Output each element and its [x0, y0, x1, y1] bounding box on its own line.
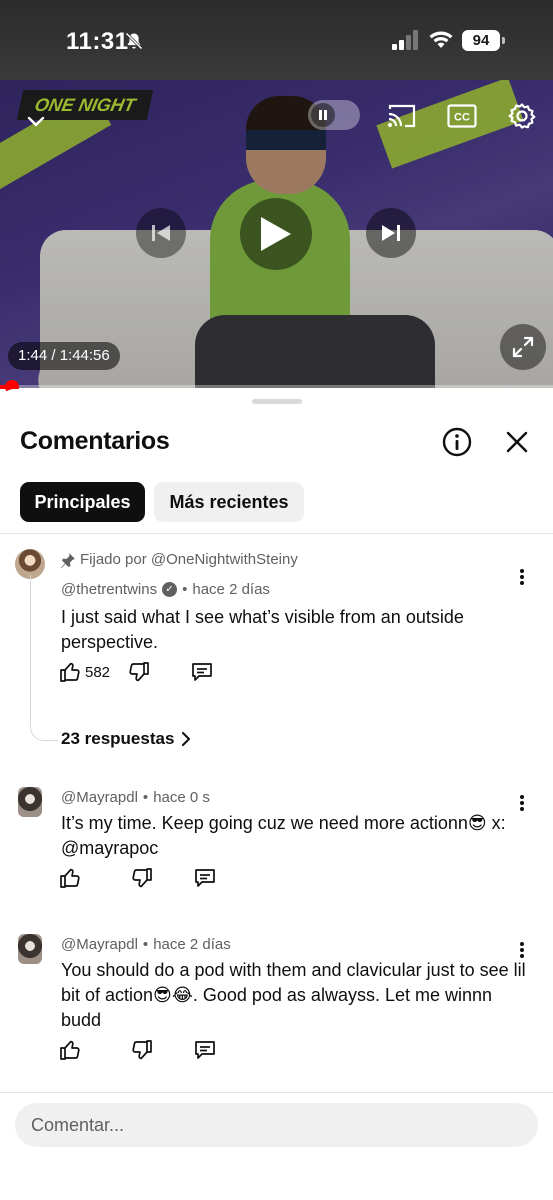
skip-next-icon — [382, 225, 400, 241]
pin-icon — [61, 552, 75, 568]
cast-button[interactable] — [386, 100, 418, 132]
close-icon — [506, 431, 528, 453]
reply-button[interactable] — [193, 1039, 217, 1061]
reply-icon — [195, 869, 215, 887]
thumbs-down-icon — [132, 1040, 152, 1060]
skip-previous-icon — [152, 225, 170, 241]
meta-separator: • — [142, 936, 149, 953]
meta-separator: • — [142, 789, 149, 806]
thumbs-down-icon — [129, 662, 149, 682]
comment-actions — [59, 865, 217, 891]
svg-text:CC: CC — [454, 112, 470, 124]
more-vertical-icon — [520, 569, 524, 585]
like-button[interactable]: 582 — [59, 661, 110, 683]
dislike-button[interactable] — [131, 1039, 153, 1061]
comment-author[interactable]: @Mayrapdl — [61, 936, 138, 953]
comments-panel: Comentarios Principales Más recientes Fi… — [0, 389, 553, 1200]
pinned-label: Fijado por @OneNightwithSteiny — [60, 551, 298, 568]
like-button[interactable] — [59, 1039, 85, 1061]
video-player[interactable]: ONE NIGHT CC 1:44 / 1:44:56 — [0, 80, 553, 388]
playback-time: 1:44 / 1:44:56 — [8, 342, 120, 370]
comment-time: hace 0 s — [153, 789, 210, 806]
settings-button[interactable] — [506, 100, 538, 132]
tab-mas-recientes[interactable]: Más recientes — [154, 482, 304, 522]
reply-icon — [195, 1041, 215, 1059]
reply-button[interactable] — [190, 661, 214, 683]
comment-author[interactable]: @thetrentwins — [61, 581, 157, 598]
view-replies-button[interactable]: 23 respuestas — [61, 729, 192, 749]
gear-icon — [508, 103, 536, 129]
captions-button[interactable]: CC — [446, 102, 478, 130]
battery-indicator: 94 — [462, 30, 505, 51]
thumbs-up-icon — [60, 868, 80, 888]
wifi-icon — [429, 31, 453, 48]
bell-muted-icon — [125, 32, 143, 50]
info-button[interactable] — [440, 425, 474, 459]
tab-principales[interactable]: Principales — [20, 482, 145, 522]
chevron-right-icon — [182, 732, 191, 746]
collapse-player-button[interactable] — [20, 105, 52, 137]
status-bar: 11:31 94 — [0, 0, 553, 80]
avatar[interactable] — [18, 787, 42, 817]
info-icon — [442, 427, 472, 457]
drag-handle[interactable] — [252, 399, 302, 404]
more-vertical-icon — [520, 942, 524, 958]
comment-actions — [59, 1037, 217, 1063]
chevron-down-icon — [27, 116, 45, 127]
play-icon — [261, 217, 291, 251]
meta-separator: • — [182, 581, 188, 598]
thread-connector — [30, 575, 58, 741]
pause-icon — [311, 103, 335, 127]
verified-icon: ✓ — [162, 582, 178, 597]
comment-actions: 582 — [59, 659, 214, 685]
comment-meta: @Mayrapdl • hace 0 s — [61, 789, 210, 806]
play-button[interactable] — [240, 198, 312, 270]
dislike-button[interactable] — [131, 867, 153, 889]
comment-text: I just said what I see what’s visible fr… — [61, 607, 464, 652]
more-vertical-icon — [520, 795, 524, 811]
cell-signal-icon — [392, 30, 418, 50]
divider — [0, 533, 553, 534]
panel-title: Comentarios — [20, 427, 170, 455]
comment-meta: @thetrentwins ✓ • hace 2 días — [61, 581, 270, 598]
avatar[interactable] — [18, 934, 42, 964]
comment-text: You should do a pod with them and clavic… — [61, 960, 526, 1030]
cast-icon — [388, 104, 416, 128]
comment-more-button[interactable] — [512, 567, 532, 593]
autoplay-toggle[interactable] — [308, 100, 360, 130]
comment-meta: @Mayrapdl • hace 2 días — [61, 936, 231, 953]
closed-captions-icon: CC — [447, 104, 477, 128]
previous-video-button[interactable] — [136, 208, 186, 258]
reply-icon — [192, 663, 212, 681]
thumbs-up-icon — [60, 662, 80, 682]
like-button[interactable] — [59, 867, 85, 889]
comment-author[interactable]: @Mayrapdl — [61, 789, 138, 806]
close-button[interactable] — [502, 427, 532, 457]
comment-time: hace 2 días — [153, 936, 231, 953]
replies-count: 23 respuestas — [61, 729, 175, 748]
comment-input[interactable] — [15, 1103, 538, 1147]
reply-button[interactable] — [193, 867, 217, 889]
pinned-text: Fijado por @OneNightwithSteiny — [80, 551, 298, 568]
thumbs-up-icon — [60, 1040, 80, 1060]
status-time: 11:31 — [66, 28, 129, 55]
next-video-button[interactable] — [366, 208, 416, 258]
like-count: 582 — [85, 663, 111, 681]
fullscreen-icon — [512, 336, 534, 358]
dislike-button[interactable] — [128, 661, 150, 683]
thumbs-down-icon — [132, 868, 152, 888]
fullscreen-button[interactable] — [500, 324, 546, 370]
comment-text: It’s my time. Keep going cuz we need mor… — [61, 813, 506, 858]
comment-input-bar — [0, 1092, 553, 1200]
comment-time: hace 2 días — [192, 581, 270, 598]
